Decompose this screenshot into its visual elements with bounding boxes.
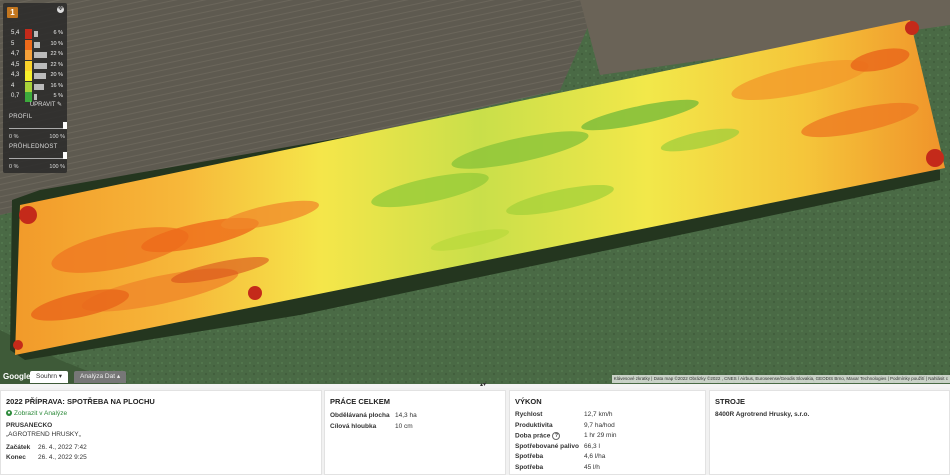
performance-label: Spotřeba [515,463,544,471]
legend-swatch [25,39,32,50]
start-label: Začátek [6,444,31,451]
performance-value: 66,3 l [584,442,600,450]
view-in-analysis-link[interactable]: ● Zobrazit v Analýze [6,410,67,417]
performance-label: Spotřebované palivo [515,442,579,450]
transparency-range: 0 % 100 % [9,164,65,170]
legend-share-bar [34,31,38,37]
legend-swatch [25,71,32,81]
legend-swatch [25,29,32,39]
work-total-card: PRÁCE CELKEM Obdělávaná plocha 14,3 ha Cíl… [324,390,506,475]
performance-label: Produktivita [515,421,553,429]
task-card: 2022 PŘÍPRAVA: SPOTŘEBA NA PLOCHU ● Zobra… [0,390,322,475]
machines-card: STROJE 8400R Agrotrend Hrusky, s.r.o. [709,390,950,475]
work-value: 14,3 ha [395,412,417,419]
settings-icon[interactable]: ✥ [57,6,64,13]
field-name: PRUSANECKO [6,422,53,429]
legend-row: 5,4 6 % [7,29,65,39]
map-attribution[interactable]: Klávesové zkratky | Data map ©2022 Obráz… [611,375,950,383]
legend-value: 4,5 [11,61,20,68]
legend-row: 4 16 % [7,81,65,92]
legend-percent: 6 % [53,30,63,36]
machines-title: STROJE [715,397,746,406]
edit-legend-button[interactable]: UPRAVIT ✎ [30,101,62,108]
performance-label: Spotřeba [515,453,544,460]
collapse-handle-icon[interactable]: ▴▾ [480,381,486,388]
satellite-map[interactable] [0,0,950,384]
work-label: Cílová hloubka [330,423,377,430]
info-panel: 2022 PŘÍPRAVA: SPOTŘEBA NA PLOCHU ● Zobra… [0,388,950,475]
legend-value: 5,4 [11,30,20,36]
legend-value: 4,3 [11,72,20,78]
performance-value: 9,7 ha/hod [584,421,615,429]
profile-slider-thumb[interactable] [63,122,67,129]
help-icon[interactable]: ? [552,432,561,440]
profile-slider[interactable] [9,122,67,129]
performance-label: Doba práce? [515,432,561,440]
legend-swatch [25,81,32,92]
performance-value: 45 l/h [584,463,600,471]
legend-percent: 20 % [50,72,63,78]
transparency-slider[interactable] [9,152,67,159]
profile-range: 0 % 100 % [9,134,65,140]
legend-share-bar [34,52,48,58]
legend-share-bar [34,73,46,79]
legend-percent: 5 % [53,93,63,99]
work-total-title: PRÁCE CELKEM [330,397,391,406]
performance-card: VÝKON Rychlost 12,7 km/h Produktivita 9,7 h… [509,390,706,475]
performance-value: 12,7 km/h [584,411,613,418]
legend-row: 4,3 20 % [7,71,65,81]
performance-value: 1 hr 29 min [584,432,617,439]
tab-data-analysis[interactable]: Analýza Dat ▴ [74,371,127,383]
legend-value: 4,7 [11,51,20,57]
legend-share-bar [34,62,48,69]
work-value: 10 cm [395,423,413,430]
legend-percent: 22 % [50,51,63,57]
legend-share-bar [34,83,44,90]
profile-label: PROFIL [9,114,33,120]
layer-badge: 1 [7,7,18,18]
legend-value: 4 [11,82,15,89]
legend-percent: 16 % [50,82,63,89]
legend-panel: 1 ✥ 5,4 6 % 5 10 % 4,7 22 % 4,5 22 % 4,3 20 % 4 16 … [3,3,67,173]
legend-row: 4,5 22 % [7,60,65,71]
legend-percent: 22 % [50,61,63,68]
task-title: 2022 PŘÍPRAVA: SPOTŘEBA NA PLOCHU [6,397,155,406]
legend-share-bar [34,94,37,100]
tab-summary[interactable]: Souhrn ▾ [30,371,69,383]
performance-label: Rychlost [515,411,543,418]
analysis-icon: ● [6,410,12,417]
map-view[interactable] [0,0,950,384]
google-logo: Google [3,372,31,381]
legend-swatch [25,50,32,60]
legend-row: 5 10 % [7,39,65,50]
caret-down-icon: ▾ [58,373,63,380]
end-label: Konec [6,454,26,461]
legend-swatch [25,60,32,71]
company-name: „AGROTREND HRUSKY„ [6,431,81,438]
work-label: Obdělávaná plocha [330,412,390,419]
legend-share-bar [34,41,40,48]
legend-row: 4,7 22 % [7,50,65,60]
machine-name: 8400R Agrotrend Hrusky, s.r.o. [715,411,810,418]
performance-title: VÝKON [515,397,542,406]
caret-up-icon: ▴ [116,373,121,380]
start-value: 26. 4., 2022 7:42 [38,444,87,451]
legend-value: 5 [11,40,15,47]
legend-percent: 10 % [50,40,63,47]
transparency-label: PRŮHLEDNOST [9,144,58,150]
end-value: 26. 4., 2022 9:25 [38,454,87,461]
pencil-icon: ✎ [56,102,62,108]
transparency-slider-thumb[interactable] [63,152,67,159]
legend-value: 0,7 [11,93,20,99]
performance-value: 4,6 l/ha [584,453,606,460]
